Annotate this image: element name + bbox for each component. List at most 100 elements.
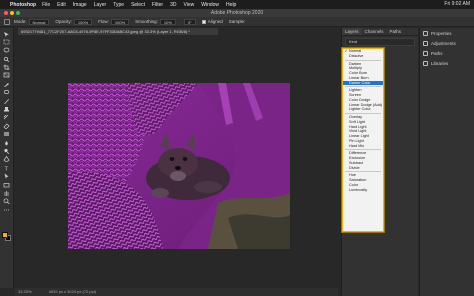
canvas-area[interactable]	[15, 36, 338, 288]
menubar-clock: Fri 9:02 AM	[444, 1, 470, 7]
more-tools-icon[interactable]	[3, 207, 10, 212]
opacity-field[interactable]: 100%	[73, 18, 93, 25]
blend-mode-label: Color Burn	[349, 71, 368, 75]
history-brush-tool-icon[interactable]	[3, 115, 10, 120]
flow-field[interactable]: 100%	[110, 18, 130, 25]
path-select-tool-icon[interactable]	[3, 173, 10, 180]
blend-mode-option[interactable]: Lighter Color	[343, 107, 383, 112]
mac-menu-bar: Photoshop File Edit Image Layer Type Sel…	[0, 0, 474, 9]
smoothing-label: Smoothing:	[135, 19, 158, 24]
blend-mode-label: Subtract	[349, 160, 364, 165]
menu-separator	[345, 112, 381, 114]
blend-mode-label: Hard Mix	[349, 143, 365, 148]
blend-mode-option[interactable]: Darker Color	[343, 80, 383, 86]
smoothing-field[interactable]: 10%	[159, 18, 176, 25]
aligned-checkbox[interactable]	[201, 19, 206, 24]
blend-mode-label: Color Dodge	[349, 97, 371, 102]
panel-button-paths[interactable]: Paths	[420, 48, 474, 58]
menu-image[interactable]: Image	[73, 2, 87, 8]
menu-type[interactable]: Type	[113, 2, 124, 8]
menu-separator	[345, 170, 381, 173]
blend-mode-label: Soft Light	[349, 119, 366, 124]
blend-mode-dropdown[interactable]: ✓ Normal Dissolve Darken Multiply Color Burn L…	[342, 48, 384, 232]
blend-mode-label: Lighter Color	[349, 107, 371, 112]
collapsed-panels: Properties Adjustments Paths Libraries	[419, 28, 474, 296]
type-tool-icon[interactable]: T	[3, 165, 10, 171]
dodge-tool-icon[interactable]	[3, 148, 10, 154]
menu-help[interactable]: Help	[226, 2, 236, 8]
blend-mode-label: Hard Light	[349, 124, 367, 129]
rectangle-tool-icon[interactable]	[3, 182, 10, 187]
eraser-tool-icon[interactable]	[3, 123, 10, 129]
blend-mode-option[interactable]: Hard Mix	[343, 144, 383, 149]
svg-text:T: T	[5, 166, 9, 171]
blend-mode-label: Screen	[349, 93, 362, 97]
photo-render	[68, 83, 290, 249]
frame-tool-icon[interactable]	[3, 73, 10, 78]
blend-mode-label: Linear Light	[349, 134, 369, 138]
tool-preset-icon[interactable]	[4, 18, 10, 25]
blend-mode-label: Vivid Light	[349, 129, 367, 134]
clone-stamp-tool-icon[interactable]	[3, 107, 10, 112]
blend-mode-label: Hue	[349, 173, 356, 178]
sample-label: Sample:	[228, 19, 246, 24]
blend-mode-label: Divide	[349, 165, 360, 170]
eyedropper-tool-icon[interactable]	[3, 81, 10, 87]
blend-mode-option[interactable]: Divide	[343, 166, 383, 171]
mode-select[interactable]: Normal	[28, 18, 50, 25]
document-tab[interactable]: 69321779481_77C2F207-A8C6-4976-9F8E-97FF…	[18, 28, 218, 35]
panel-button-label: Adjustments	[431, 40, 456, 46]
menu-select[interactable]: Select	[131, 2, 145, 8]
app-menu[interactable]: Photoshop	[10, 2, 36, 8]
menu-separator	[345, 85, 381, 88]
foreground-color-swatch[interactable]	[2, 232, 8, 238]
menu-layer[interactable]: Layer	[94, 2, 107, 8]
libraries-icon	[423, 60, 428, 66]
properties-icon	[423, 30, 428, 36]
tab-paths[interactable]: Paths	[387, 28, 405, 35]
panel-button-label: Properties	[431, 30, 452, 36]
menu-edit[interactable]: Edit	[57, 2, 66, 8]
crop-tool-icon[interactable]	[3, 64, 10, 71]
healing-brush-tool-icon[interactable]	[3, 90, 10, 95]
blend-mode-label: Pin Light	[349, 138, 364, 143]
panel-button-properties[interactable]: Properties	[420, 28, 474, 38]
blend-mode-label: Luminosity	[349, 187, 368, 192]
gradient-tool-icon[interactable]	[3, 132, 10, 137]
quick-select-tool-icon[interactable]	[3, 56, 10, 62]
menu-separator	[345, 59, 381, 61]
panel-button-label: Libraries	[431, 60, 449, 66]
zoom-tool-icon[interactable]	[3, 198, 10, 205]
zoom-readout[interactable]: 33.33%	[18, 289, 32, 294]
angle-field[interactable]: 0°	[183, 18, 196, 25]
menu-file[interactable]: File	[42, 2, 50, 8]
blur-tool-icon[interactable]	[3, 140, 10, 146]
marquee-tool-icon[interactable]	[3, 39, 10, 45]
panel-button-libraries[interactable]: Libraries	[420, 58, 474, 68]
menu-3d[interactable]: 3D	[170, 2, 176, 8]
tab-channels[interactable]: Channels	[362, 28, 387, 35]
document-image[interactable]	[68, 83, 290, 249]
blend-mode-label: Multiply	[349, 66, 362, 71]
window-title-bar: Adobe Photoshop 2020	[0, 9, 474, 17]
menu-window[interactable]: Window	[201, 2, 219, 8]
brush-tool-icon[interactable]	[3, 98, 10, 104]
blend-mode-option[interactable]: Dissolve	[343, 54, 383, 59]
blend-mode-label: Normal	[349, 49, 362, 53]
lasso-tool-icon[interactable]	[3, 47, 10, 53]
tab-layers[interactable]: Layers	[342, 28, 362, 35]
hand-tool-icon[interactable]	[3, 190, 10, 196]
move-tool-icon[interactable]	[3, 31, 10, 37]
menu-filter[interactable]: Filter	[152, 2, 163, 8]
document-size-readout: 4032 px x 3024 px (72 ppi)	[48, 289, 97, 294]
layer-filter-kind[interactable]: Kind	[345, 38, 415, 46]
blend-mode-option[interactable]: Luminosity	[343, 188, 383, 193]
blend-mode-label: Color	[349, 182, 359, 187]
pen-tool-icon[interactable]	[3, 156, 10, 163]
panel-button-adjustments[interactable]: Adjustments	[420, 38, 474, 48]
opacity-label: Opacity:	[55, 19, 72, 24]
status-bar: 33.33% 4032 px x 3024 px (72 ppi)	[15, 288, 338, 296]
menu-view[interactable]: View	[184, 2, 195, 8]
blend-mode-label: Lighten	[349, 88, 362, 93]
tools-panel: T	[0, 28, 14, 288]
